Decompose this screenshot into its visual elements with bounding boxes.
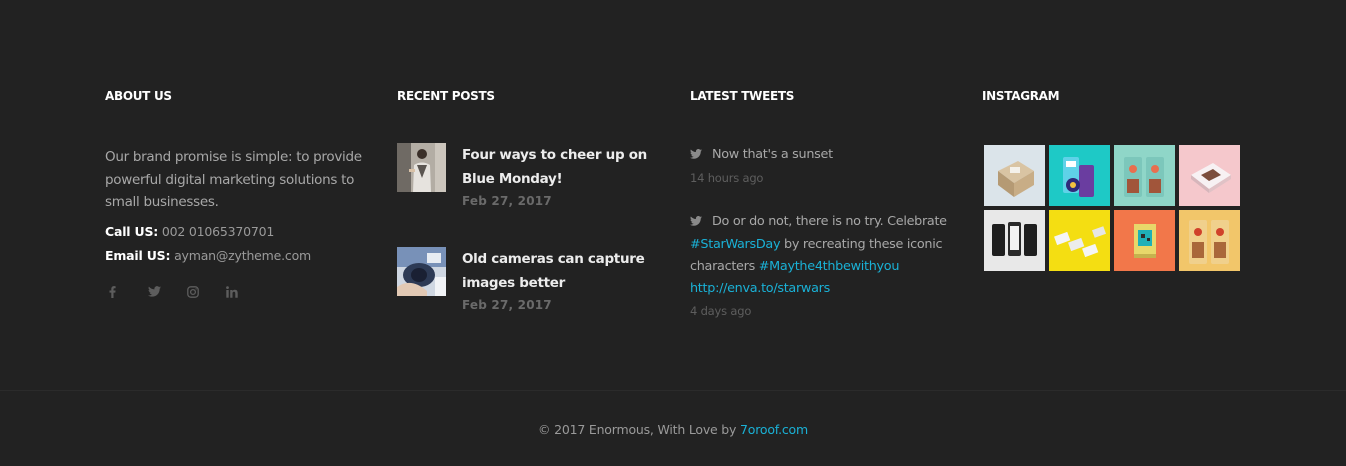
post-title[interactable]: Four ways to cheer up on Blue Monday! xyxy=(462,143,667,191)
instagram-photo[interactable] xyxy=(1114,145,1175,206)
instagram-photo[interactable] xyxy=(1179,145,1240,206)
instagram-photo[interactable] xyxy=(1179,210,1240,271)
email-label: Email US: xyxy=(105,247,171,263)
social-links xyxy=(105,283,375,301)
post-thumbnail[interactable] xyxy=(397,143,446,192)
tweet-body-start: Do or do not, there is no try. Celebrate xyxy=(712,214,947,229)
instagram-widget: INSTAGRAM xyxy=(982,89,1252,271)
footer-divider xyxy=(0,390,1346,391)
recent-posts-widget: RECENT POSTS Four ways to cheer up on Bl… xyxy=(397,89,667,312)
post-date: Feb 27, 2017 xyxy=(462,298,552,312)
contact-info: Call US: 002 01065370701 Email US: ayman… xyxy=(105,220,375,268)
post-thumbnail[interactable] xyxy=(397,247,446,296)
tweet-item: Do or do not, there is no try. Celebrate… xyxy=(690,211,952,318)
post-body: Old cameras can capture images better Fe… xyxy=(462,247,667,313)
instagram-photo[interactable] xyxy=(984,145,1045,206)
instagram-photo[interactable] xyxy=(1049,145,1110,206)
tweet-time: 14 hours ago xyxy=(690,171,764,185)
linkedin-icon[interactable] xyxy=(222,283,261,301)
about-text: Our brand promise is simple: to provide … xyxy=(105,149,362,210)
twitter-bird-icon xyxy=(690,145,706,167)
tweet-url-link[interactable]: http://enva.to/starwars xyxy=(690,281,830,296)
instagram-photo[interactable] xyxy=(1114,210,1175,271)
copyright-text: © 2017 Enormous, With Love by xyxy=(538,422,737,437)
tweet-text: Do or do not, there is no try. Celebrate… xyxy=(690,211,952,300)
email-line: Email US: ayman@zytheme.com xyxy=(105,244,375,268)
hashtag-link[interactable]: #StarWarsDay xyxy=(690,237,781,252)
instagram-icon[interactable] xyxy=(183,283,222,301)
twitter-icon[interactable] xyxy=(144,283,183,301)
copyright-bar: © 2017 Enormous, With Love by 7oroof.com xyxy=(0,422,1346,438)
twitter-bird-icon xyxy=(690,212,706,234)
instagram-grid xyxy=(984,145,1240,271)
footer-widgets: ABOUT US Our brand promise is simple: to… xyxy=(0,0,1346,390)
copyright-link[interactable]: 7oroof.com xyxy=(740,422,808,437)
latest-tweets-title: LATEST TWEETS xyxy=(690,89,795,103)
tweet-item: Now that's a sunset 14 hours ago xyxy=(690,144,952,185)
email-value[interactable]: ayman@zytheme.com xyxy=(174,248,311,263)
post-title[interactable]: Old cameras can capture images better xyxy=(462,247,667,295)
call-line: Call US: 002 01065370701 xyxy=(105,220,375,244)
instagram-photo[interactable] xyxy=(1049,210,1110,271)
tweet-body: Now that's a sunset xyxy=(712,147,833,162)
facebook-icon[interactable] xyxy=(105,283,144,301)
post-body: Four ways to cheer up on Blue Monday! Fe… xyxy=(462,143,667,209)
call-label: Call US: xyxy=(105,223,159,239)
about-title: ABOUT US xyxy=(105,89,172,103)
post-date: Feb 27, 2017 xyxy=(462,194,552,208)
hashtag-link[interactable]: #Maythe4thbewithyou xyxy=(759,259,900,274)
tweet-text: Now that's a sunset xyxy=(690,144,952,167)
instagram-title: INSTAGRAM xyxy=(982,89,1060,103)
recent-posts-title: RECENT POSTS xyxy=(397,89,495,103)
tweet-time: 4 days ago xyxy=(690,304,752,318)
instagram-photo[interactable] xyxy=(984,210,1045,271)
latest-tweets-widget: LATEST TWEETS Now that's a sunset 14 hou… xyxy=(690,89,960,318)
call-value: 002 01065370701 xyxy=(161,223,275,239)
about-widget: ABOUT US Our brand promise is simple: to… xyxy=(105,89,375,301)
